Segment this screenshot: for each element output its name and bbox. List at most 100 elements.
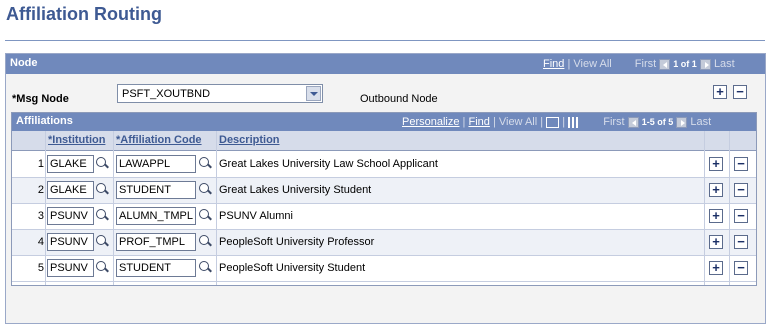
magnifier-icon[interactable]: [198, 208, 213, 223]
column-header-row: *Institution *Affiliation Code Descripti…: [12, 131, 756, 151]
node-header-label: Node: [10, 57, 38, 69]
nav-sep: |: [492, 116, 496, 128]
row-number: 3: [37, 210, 44, 222]
column-divider: [216, 131, 217, 285]
affiliations-counter: 1-5 of 5: [641, 117, 674, 127]
column-divider: [729, 131, 730, 285]
institution-input[interactable]: PSUNV: [47, 207, 94, 225]
node-nav-sep: |: [567, 58, 571, 70]
col-institution[interactable]: *Institution: [48, 134, 105, 146]
node-counter: 1 of 1: [673, 59, 697, 69]
affiliation-code-input[interactable]: LAWAPPL: [116, 155, 196, 173]
row-add-button[interactable]: +: [709, 157, 723, 171]
arrow-right-icon[interactable]: [676, 116, 688, 128]
institution-input[interactable]: GLAKE: [47, 181, 94, 199]
node-nav: Find | View All First 1 of 1 Last: [543, 58, 735, 70]
node-section: Node Find | View All First 1 of 1 Last *…: [5, 53, 766, 324]
institution-input[interactable]: GLAKE: [47, 155, 94, 173]
row-remove-button[interactable]: −: [734, 261, 748, 275]
magnifier-icon[interactable]: [95, 156, 110, 171]
title-divider: [5, 40, 765, 41]
msg-node-label: *Msg Node: [12, 93, 69, 105]
arrow-left-icon[interactable]: [659, 58, 671, 70]
node-find-link[interactable]: Find: [543, 58, 564, 70]
node-view-all-link[interactable]: View All: [573, 58, 611, 70]
affiliation-description: PeopleSoft University Professor: [219, 236, 375, 248]
affiliation-code-value: STUDENT: [119, 262, 171, 274]
affiliations-last-label: Last: [690, 116, 712, 128]
arrow-right-icon[interactable]: [699, 58, 711, 70]
magnifier-icon[interactable]: [198, 182, 213, 197]
magnifier-icon[interactable]: [198, 234, 213, 249]
row-number: 4: [37, 236, 44, 248]
column-divider: [45, 131, 46, 285]
nav-sep: |: [462, 116, 466, 128]
affiliations-header-label: Affiliations: [16, 115, 73, 127]
institution-value: GLAKE: [50, 158, 87, 170]
node-add-button[interactable]: +: [713, 85, 727, 99]
affiliation-description: PSUNV Alumni: [219, 210, 293, 222]
institution-input[interactable]: PSUNV: [47, 259, 94, 277]
row-add-button[interactable]: +: [709, 209, 723, 223]
column-divider: [704, 131, 705, 285]
affiliations-grid: Affiliations Personalize | Find | View A…: [11, 112, 757, 286]
row-add-button[interactable]: +: [709, 183, 723, 197]
table-row: 2 GLAKE STUDENT Great Lakes University Stud…: [12, 178, 756, 204]
magnifier-icon[interactable]: [95, 260, 110, 275]
row-remove-button[interactable]: −: [734, 157, 748, 171]
affiliation-description: Great Lakes University Student: [219, 184, 372, 196]
node-first-label: First: [634, 58, 657, 70]
affiliations-header: Affiliations Personalize | Find | View A…: [12, 113, 756, 131]
affiliation-description: Great Lakes University Law School Applic…: [219, 158, 438, 170]
row-remove-button[interactable]: −: [734, 235, 748, 249]
node-remove-button[interactable]: −: [733, 85, 747, 99]
node-last-label: Last: [713, 58, 735, 70]
chevron-down-icon[interactable]: [306, 86, 321, 101]
affiliation-code-input[interactable]: STUDENT: [116, 181, 196, 199]
row-number: 1: [37, 158, 44, 170]
personalize-link[interactable]: Personalize: [402, 116, 459, 128]
col-affiliation-code[interactable]: *Affiliation Code: [116, 134, 202, 146]
affiliation-description: PeopleSoft University Student: [219, 262, 366, 274]
institution-value: PSUNV: [50, 236, 88, 248]
affiliations-nav: Personalize | Find | View All | | First …: [402, 116, 711, 128]
affiliation-code-value: LAWAPPL: [119, 158, 171, 170]
row-remove-button[interactable]: −: [734, 209, 748, 223]
table-row: 5 PSUNV STUDENT PeopleSoft University Stude…: [12, 256, 756, 282]
affiliation-code-value: PROF_TMPL: [119, 236, 186, 248]
magnifier-icon[interactable]: [95, 182, 110, 197]
institution-value: PSUNV: [50, 262, 88, 274]
msg-node-description: Outbound Node: [360, 93, 438, 105]
node-header: Node Find | View All First 1 of 1 Last: [6, 54, 765, 74]
affiliation-code-input[interactable]: PROF_TMPL: [116, 233, 196, 251]
institution-value: GLAKE: [50, 184, 87, 196]
download-icon[interactable]: [546, 116, 560, 128]
msg-node-value: PSFT_XOUTBND: [122, 88, 211, 100]
grid-icon[interactable]: [568, 116, 581, 128]
msg-node-select[interactable]: PSFT_XOUTBND: [117, 84, 323, 103]
page-title: Affiliation Routing: [6, 4, 162, 24]
institution-value: PSUNV: [50, 210, 88, 222]
institution-input[interactable]: PSUNV: [47, 233, 94, 251]
magnifier-icon[interactable]: [95, 234, 110, 249]
affiliations-find-link[interactable]: Find: [468, 116, 489, 128]
table-row: 3 PSUNV ALUMN_TMPL PSUNV Alumni + −: [12, 204, 756, 230]
row-number: 2: [37, 184, 44, 196]
nav-sep: |: [562, 116, 566, 128]
table-row: 4 PSUNV PROF_TMPL PeopleSoft University Pro…: [12, 230, 756, 256]
affiliations-view-all-link[interactable]: View All: [499, 116, 537, 128]
row-add-button[interactable]: +: [709, 261, 723, 275]
row-remove-button[interactable]: −: [734, 183, 748, 197]
affiliation-code-input[interactable]: STUDENT: [116, 259, 196, 277]
arrow-left-icon[interactable]: [627, 116, 639, 128]
magnifier-icon[interactable]: [198, 260, 213, 275]
affiliation-code-input[interactable]: ALUMN_TMPL: [116, 207, 196, 225]
magnifier-icon[interactable]: [198, 156, 213, 171]
nav-sep: |: [540, 116, 544, 128]
magnifier-icon[interactable]: [95, 208, 110, 223]
column-divider: [113, 131, 114, 285]
table-row: 1 GLAKE LAWAPPL Great Lakes University Law …: [12, 152, 756, 178]
row-add-button[interactable]: +: [709, 235, 723, 249]
col-description[interactable]: Description: [219, 134, 280, 146]
row-number: 5: [37, 262, 44, 274]
